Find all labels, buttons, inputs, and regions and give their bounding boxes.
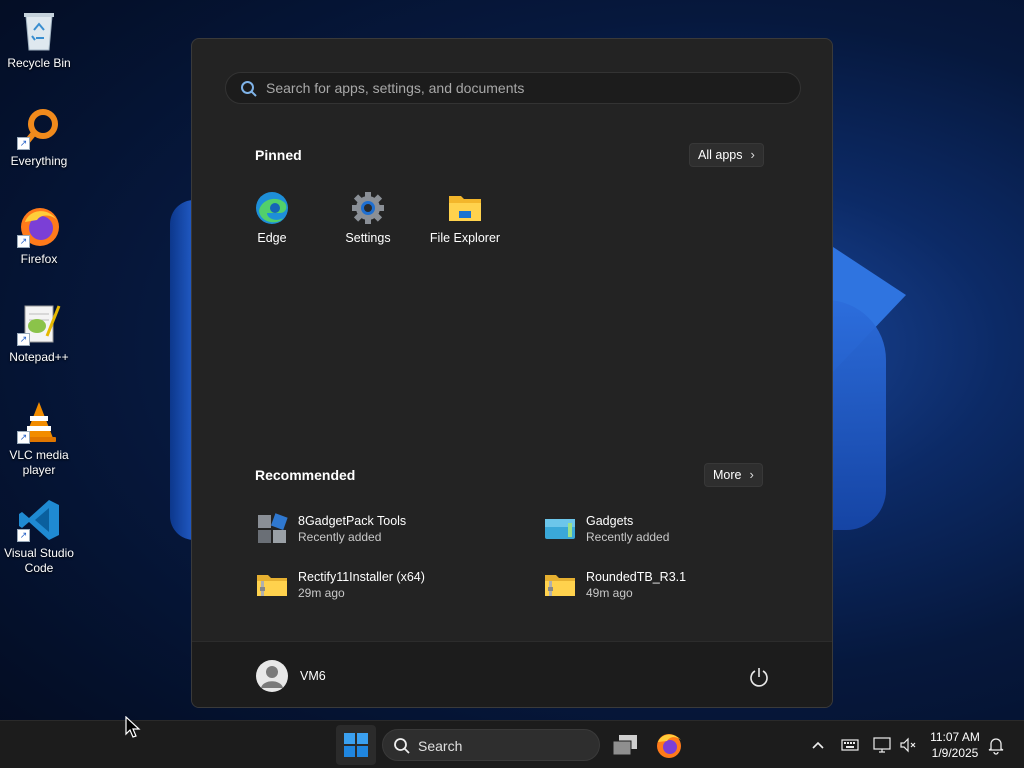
desktop-icon-label: Everything: [10, 154, 68, 168]
desktop-icon-label: VLC media player: [9, 448, 69, 477]
desktop-icon-notepad-plus-plus[interactable]: ↗ Notepad++: [4, 302, 74, 365]
pinned-app-edge[interactable]: Edge: [224, 191, 320, 245]
recommended-item[interactable]: RoundedTB_R3.1 49m ago: [544, 565, 814, 605]
start-search-input[interactable]: [266, 73, 786, 103]
desktop-icon-label: Firefox: [20, 252, 58, 266]
firefox-taskbar-icon[interactable]: [653, 729, 685, 761]
network-icon[interactable]: [872, 735, 892, 755]
desktop-icon-firefox[interactable]: ↗ Firefox: [4, 204, 74, 267]
desktop-icon-vscode[interactable]: ↗ Visual Studio Code: [4, 498, 74, 576]
pinned-app-label: File Explorer: [429, 231, 501, 245]
clock-date: 1/9/2025: [931, 746, 979, 760]
recommended-item-sub: 29m ago: [298, 586, 345, 600]
firefox-icon: ↗: [17, 204, 61, 248]
recommended-item-name: Rectify11Installer (x64): [298, 570, 425, 584]
desktop-icon-vlc[interactable]: ↗ VLC media player: [4, 400, 74, 478]
start-search-box[interactable]: [225, 72, 801, 104]
all-apps-label: All apps: [698, 148, 743, 162]
recommended-item-sub: 49m ago: [586, 586, 633, 600]
recommended-title: Recommended: [255, 467, 356, 483]
wallpaper-bloom-tip: [830, 245, 906, 375]
shortcut-arrow-icon: ↗: [17, 529, 30, 542]
recommended-item-sub: Recently added: [298, 530, 382, 544]
gadgetpack-tools-icon: [256, 513, 288, 545]
user-avatar[interactable]: [256, 660, 288, 692]
shortcut-arrow-icon: ↗: [17, 235, 30, 248]
pinned-app-settings[interactable]: Settings: [320, 191, 416, 245]
pinned-title: Pinned: [255, 147, 302, 163]
volume-muted-icon[interactable]: [898, 735, 918, 755]
recommended-item[interactable]: 8GadgetPack Tools Recently added: [256, 509, 526, 549]
taskbar-search[interactable]: Search: [382, 729, 600, 761]
edge-icon: [255, 191, 289, 225]
pinned-app-file-explorer[interactable]: File Explorer: [417, 191, 513, 245]
clock-time: 11:07 AM: [930, 730, 980, 744]
recommended-item[interactable]: Rectify11Installer (x64) 29m ago: [256, 565, 526, 605]
everything-search-icon: ↗: [17, 106, 61, 150]
gadgets-icon: [544, 513, 576, 545]
search-icon: [394, 738, 410, 754]
user-name[interactable]: VM6: [300, 669, 326, 683]
shortcut-arrow-icon: ↗: [17, 333, 30, 346]
settings-gear-icon: [351, 191, 385, 225]
all-apps-button[interactable]: All apps ›: [689, 143, 764, 167]
vscode-icon: ↗: [17, 498, 61, 542]
vlc-icon: ↗: [17, 400, 61, 444]
desktop-icon-label: Notepad++: [9, 350, 69, 364]
notepad-plus-plus-icon: ↗: [17, 302, 61, 346]
taskbar: Search 11:07 AM 1/9/2025: [0, 720, 1024, 768]
pinned-app-label: Settings: [345, 231, 391, 245]
windows-logo-icon: [344, 733, 368, 757]
start-button[interactable]: [336, 725, 376, 765]
shortcut-arrow-icon: ↗: [17, 431, 30, 444]
start-menu: Pinned All apps › Edge: [191, 38, 833, 708]
notification-bell-icon[interactable]: [986, 735, 1006, 755]
chevron-right-icon: ›: [750, 147, 755, 162]
power-icon[interactable]: [748, 666, 770, 688]
recommended-item[interactable]: Gadgets Recently added: [544, 509, 814, 549]
taskbar-clock[interactable]: 11:07 AM 1/9/2025: [920, 729, 990, 761]
start-menu-footer: VM6: [192, 641, 832, 707]
shortcut-arrow-icon: ↗: [17, 137, 30, 150]
recommended-item-name: Gadgets: [586, 514, 634, 528]
recommended-item-name: 8GadgetPack Tools: [298, 514, 407, 528]
recycle-bin-icon: [17, 8, 61, 52]
file-explorer-icon: [448, 191, 482, 225]
desktop-icon-label: Recycle Bin: [7, 56, 71, 70]
zip-folder-icon: [256, 569, 288, 601]
recommended-item-sub: Recently added: [586, 530, 670, 544]
more-label: More: [713, 468, 742, 482]
taskbar-search-label: Search: [418, 738, 463, 754]
desktop-icon-label: Visual Studio Code: [4, 546, 74, 575]
zip-folder-icon: [544, 569, 576, 601]
wallpaper-bloom-right: [826, 300, 886, 530]
search-icon: [240, 80, 258, 98]
more-button[interactable]: More ›: [704, 463, 763, 487]
keyboard-icon[interactable]: [840, 735, 860, 755]
chevron-up-icon[interactable]: [808, 735, 828, 755]
pinned-app-label: Edge: [257, 231, 287, 245]
task-view-icon[interactable]: [609, 729, 641, 761]
desktop-icon-recycle-bin[interactable]: Recycle Bin: [4, 8, 74, 71]
chevron-right-icon: ›: [749, 467, 754, 482]
desktop-icon-everything[interactable]: ↗ Everything: [4, 106, 74, 169]
recommended-item-name: RoundedTB_R3.1: [586, 570, 687, 584]
